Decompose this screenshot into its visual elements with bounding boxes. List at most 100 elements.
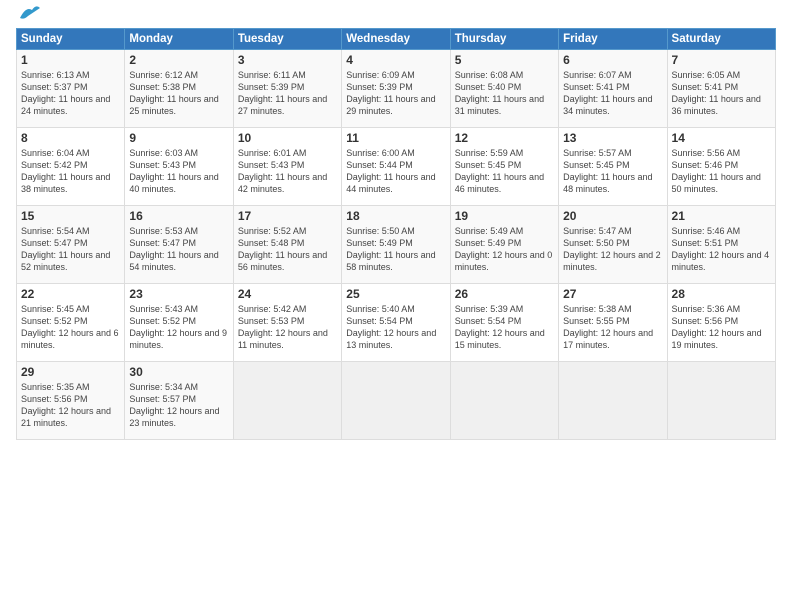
day-number: 2 [129,53,228,67]
day-number: 24 [238,287,337,301]
day-info: Sunrise: 5:49 AMSunset: 5:49 PMDaylight:… [455,225,554,274]
day-number: 29 [21,365,120,379]
day-info: Sunrise: 6:03 AMSunset: 5:43 PMDaylight:… [129,147,228,196]
calendar-cell-17: 17 Sunrise: 5:52 AMSunset: 5:48 PMDaylig… [233,206,341,284]
weekday-header-friday: Friday [559,29,667,50]
day-number: 25 [346,287,445,301]
day-info: Sunrise: 5:42 AMSunset: 5:53 PMDaylight:… [238,303,337,352]
calendar-cell-10: 10 Sunrise: 6:01 AMSunset: 5:43 PMDaylig… [233,128,341,206]
calendar-cell-21: 21 Sunrise: 5:46 AMSunset: 5:51 PMDaylig… [667,206,775,284]
day-info: Sunrise: 5:43 AMSunset: 5:52 PMDaylight:… [129,303,228,352]
calendar-cell-19: 19 Sunrise: 5:49 AMSunset: 5:49 PMDaylig… [450,206,558,284]
day-info: Sunrise: 5:54 AMSunset: 5:47 PMDaylight:… [21,225,120,274]
calendar-cell-32 [342,362,450,440]
calendar-cell-13: 13 Sunrise: 5:57 AMSunset: 5:45 PMDaylig… [559,128,667,206]
weekday-header-saturday: Saturday [667,29,775,50]
day-info: Sunrise: 5:52 AMSunset: 5:48 PMDaylight:… [238,225,337,274]
day-info: Sunrise: 6:09 AMSunset: 5:39 PMDaylight:… [346,69,445,118]
day-number: 4 [346,53,445,67]
weekday-header-tuesday: Tuesday [233,29,341,50]
calendar-cell-25: 25 Sunrise: 5:40 AMSunset: 5:54 PMDaylig… [342,284,450,362]
day-info: Sunrise: 6:00 AMSunset: 5:44 PMDaylight:… [346,147,445,196]
day-info: Sunrise: 6:01 AMSunset: 5:43 PMDaylight:… [238,147,337,196]
day-info: Sunrise: 5:35 AMSunset: 5:56 PMDaylight:… [21,381,120,430]
day-info: Sunrise: 6:05 AMSunset: 5:41 PMDaylight:… [672,69,771,118]
day-info: Sunrise: 5:38 AMSunset: 5:55 PMDaylight:… [563,303,662,352]
day-info: Sunrise: 5:39 AMSunset: 5:54 PMDaylight:… [455,303,554,352]
day-number: 18 [346,209,445,223]
day-number: 9 [129,131,228,145]
day-info: Sunrise: 5:45 AMSunset: 5:52 PMDaylight:… [21,303,120,352]
calendar-cell-23: 23 Sunrise: 5:43 AMSunset: 5:52 PMDaylig… [125,284,233,362]
day-number: 7 [672,53,771,67]
day-number: 30 [129,365,228,379]
day-info: Sunrise: 5:34 AMSunset: 5:57 PMDaylight:… [129,381,228,430]
calendar-cell-33 [450,362,558,440]
calendar-cell-26: 26 Sunrise: 5:39 AMSunset: 5:54 PMDaylig… [450,284,558,362]
day-number: 6 [563,53,662,67]
calendar-cell-20: 20 Sunrise: 5:47 AMSunset: 5:50 PMDaylig… [559,206,667,284]
day-info: Sunrise: 5:46 AMSunset: 5:51 PMDaylight:… [672,225,771,274]
calendar-table: SundayMondayTuesdayWednesdayThursdayFrid… [16,28,776,440]
day-number: 22 [21,287,120,301]
calendar-cell-35 [667,362,775,440]
day-number: 11 [346,131,445,145]
logo-bird-icon [18,4,40,22]
weekday-header-thursday: Thursday [450,29,558,50]
logo [16,12,40,22]
day-info: Sunrise: 6:12 AMSunset: 5:38 PMDaylight:… [129,69,228,118]
calendar-cell-2: 2 Sunrise: 6:12 AMSunset: 5:38 PMDayligh… [125,50,233,128]
day-number: 5 [455,53,554,67]
day-number: 26 [455,287,554,301]
day-info: Sunrise: 5:59 AMSunset: 5:45 PMDaylight:… [455,147,554,196]
calendar-cell-3: 3 Sunrise: 6:11 AMSunset: 5:39 PMDayligh… [233,50,341,128]
day-number: 14 [672,131,771,145]
day-number: 28 [672,287,771,301]
day-number: 8 [21,131,120,145]
day-info: Sunrise: 5:53 AMSunset: 5:47 PMDaylight:… [129,225,228,274]
day-number: 13 [563,131,662,145]
calendar-cell-16: 16 Sunrise: 5:53 AMSunset: 5:47 PMDaylig… [125,206,233,284]
day-number: 21 [672,209,771,223]
calendar-cell-6: 6 Sunrise: 6:07 AMSunset: 5:41 PMDayligh… [559,50,667,128]
day-number: 12 [455,131,554,145]
calendar-cell-22: 22 Sunrise: 5:45 AMSunset: 5:52 PMDaylig… [17,284,125,362]
calendar-cell-14: 14 Sunrise: 5:56 AMSunset: 5:46 PMDaylig… [667,128,775,206]
day-info: Sunrise: 6:08 AMSunset: 5:40 PMDaylight:… [455,69,554,118]
day-number: 20 [563,209,662,223]
calendar-cell-7: 7 Sunrise: 6:05 AMSunset: 5:41 PMDayligh… [667,50,775,128]
day-number: 17 [238,209,337,223]
calendar-cell-9: 9 Sunrise: 6:03 AMSunset: 5:43 PMDayligh… [125,128,233,206]
calendar-cell-34 [559,362,667,440]
weekday-header-wednesday: Wednesday [342,29,450,50]
day-number: 27 [563,287,662,301]
day-number: 19 [455,209,554,223]
calendar-cell-29: 29 Sunrise: 5:35 AMSunset: 5:56 PMDaylig… [17,362,125,440]
day-info: Sunrise: 5:57 AMSunset: 5:45 PMDaylight:… [563,147,662,196]
day-info: Sunrise: 5:50 AMSunset: 5:49 PMDaylight:… [346,225,445,274]
day-number: 3 [238,53,337,67]
calendar-cell-18: 18 Sunrise: 5:50 AMSunset: 5:49 PMDaylig… [342,206,450,284]
day-info: Sunrise: 5:40 AMSunset: 5:54 PMDaylight:… [346,303,445,352]
day-info: Sunrise: 6:11 AMSunset: 5:39 PMDaylight:… [238,69,337,118]
calendar-cell-15: 15 Sunrise: 5:54 AMSunset: 5:47 PMDaylig… [17,206,125,284]
day-info: Sunrise: 5:56 AMSunset: 5:46 PMDaylight:… [672,147,771,196]
day-number: 1 [21,53,120,67]
day-info: Sunrise: 6:04 AMSunset: 5:42 PMDaylight:… [21,147,120,196]
calendar-cell-30: 30 Sunrise: 5:34 AMSunset: 5:57 PMDaylig… [125,362,233,440]
calendar-cell-24: 24 Sunrise: 5:42 AMSunset: 5:53 PMDaylig… [233,284,341,362]
calendar-cell-12: 12 Sunrise: 5:59 AMSunset: 5:45 PMDaylig… [450,128,558,206]
day-info: Sunrise: 6:07 AMSunset: 5:41 PMDaylight:… [563,69,662,118]
day-number: 16 [129,209,228,223]
calendar-cell-27: 27 Sunrise: 5:38 AMSunset: 5:55 PMDaylig… [559,284,667,362]
weekday-header-sunday: Sunday [17,29,125,50]
calendar-cell-31 [233,362,341,440]
calendar-cell-4: 4 Sunrise: 6:09 AMSunset: 5:39 PMDayligh… [342,50,450,128]
calendar-cell-11: 11 Sunrise: 6:00 AMSunset: 5:44 PMDaylig… [342,128,450,206]
day-info: Sunrise: 6:13 AMSunset: 5:37 PMDaylight:… [21,69,120,118]
day-info: Sunrise: 5:47 AMSunset: 5:50 PMDaylight:… [563,225,662,274]
day-number: 15 [21,209,120,223]
calendar-cell-28: 28 Sunrise: 5:36 AMSunset: 5:56 PMDaylig… [667,284,775,362]
calendar-cell-5: 5 Sunrise: 6:08 AMSunset: 5:40 PMDayligh… [450,50,558,128]
day-info: Sunrise: 5:36 AMSunset: 5:56 PMDaylight:… [672,303,771,352]
